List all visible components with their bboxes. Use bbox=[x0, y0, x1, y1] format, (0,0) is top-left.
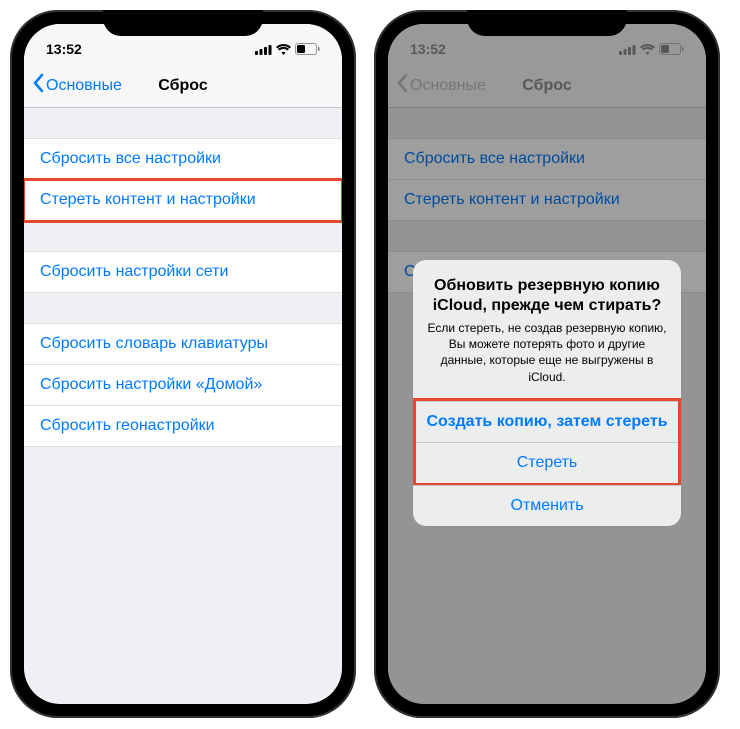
alert-dialog: Обновить резервную копию iCloud, прежде … bbox=[413, 260, 681, 526]
row-reset-home[interactable]: Сбросить настройки «Домой» bbox=[24, 365, 342, 406]
section-3: Сбросить словарь клавиатуры Сбросить нас… bbox=[24, 323, 342, 447]
section-1: Сбросить все настройки Стереть контент и… bbox=[24, 138, 342, 221]
row-reset-all[interactable]: Сбросить все настройки bbox=[24, 138, 342, 180]
alert-title: Обновить резервную копию iCloud, прежде … bbox=[427, 276, 667, 316]
notch bbox=[467, 10, 627, 36]
back-label: Основные bbox=[46, 77, 122, 95]
signal-icon bbox=[255, 44, 272, 55]
alert-erase-button[interactable]: Стереть bbox=[416, 442, 678, 483]
section-2: Сбросить настройки сети bbox=[24, 251, 342, 293]
back-button[interactable]: Основные bbox=[32, 73, 122, 98]
alert-message: Если стереть, не создав резервную копию,… bbox=[427, 320, 667, 385]
nav-bar: Основные Сброс bbox=[24, 64, 342, 108]
row-reset-keyboard[interactable]: Сбросить словарь клавиатуры bbox=[24, 323, 342, 365]
phone-left: 13:52 Основные Сброс bbox=[10, 10, 356, 718]
chevron-left-icon bbox=[32, 73, 44, 98]
row-erase-content[interactable]: Стереть контент и настройки bbox=[24, 180, 342, 221]
battery-icon bbox=[295, 43, 320, 55]
alert-cancel-button[interactable]: Отменить bbox=[413, 485, 681, 526]
alert-highlight-group: Создать копию, затем стереть Стереть bbox=[413, 398, 681, 486]
row-reset-location[interactable]: Сбросить геонастройки bbox=[24, 406, 342, 447]
phone-right: 13:52 Основные Сброс bbox=[374, 10, 720, 718]
status-time: 13:52 bbox=[46, 41, 82, 57]
alert-body: Обновить резервную копию iCloud, прежде … bbox=[413, 260, 681, 399]
alert-backup-then-erase-button[interactable]: Создать копию, затем стереть bbox=[416, 401, 678, 442]
nav-title: Сброс bbox=[158, 77, 207, 95]
screen-right: 13:52 Основные Сброс bbox=[388, 24, 706, 704]
row-reset-network[interactable]: Сбросить настройки сети bbox=[24, 251, 342, 293]
notch bbox=[103, 10, 263, 36]
screen-left: 13:52 Основные Сброс bbox=[24, 24, 342, 704]
status-right bbox=[255, 43, 320, 55]
wifi-icon bbox=[276, 44, 291, 55]
